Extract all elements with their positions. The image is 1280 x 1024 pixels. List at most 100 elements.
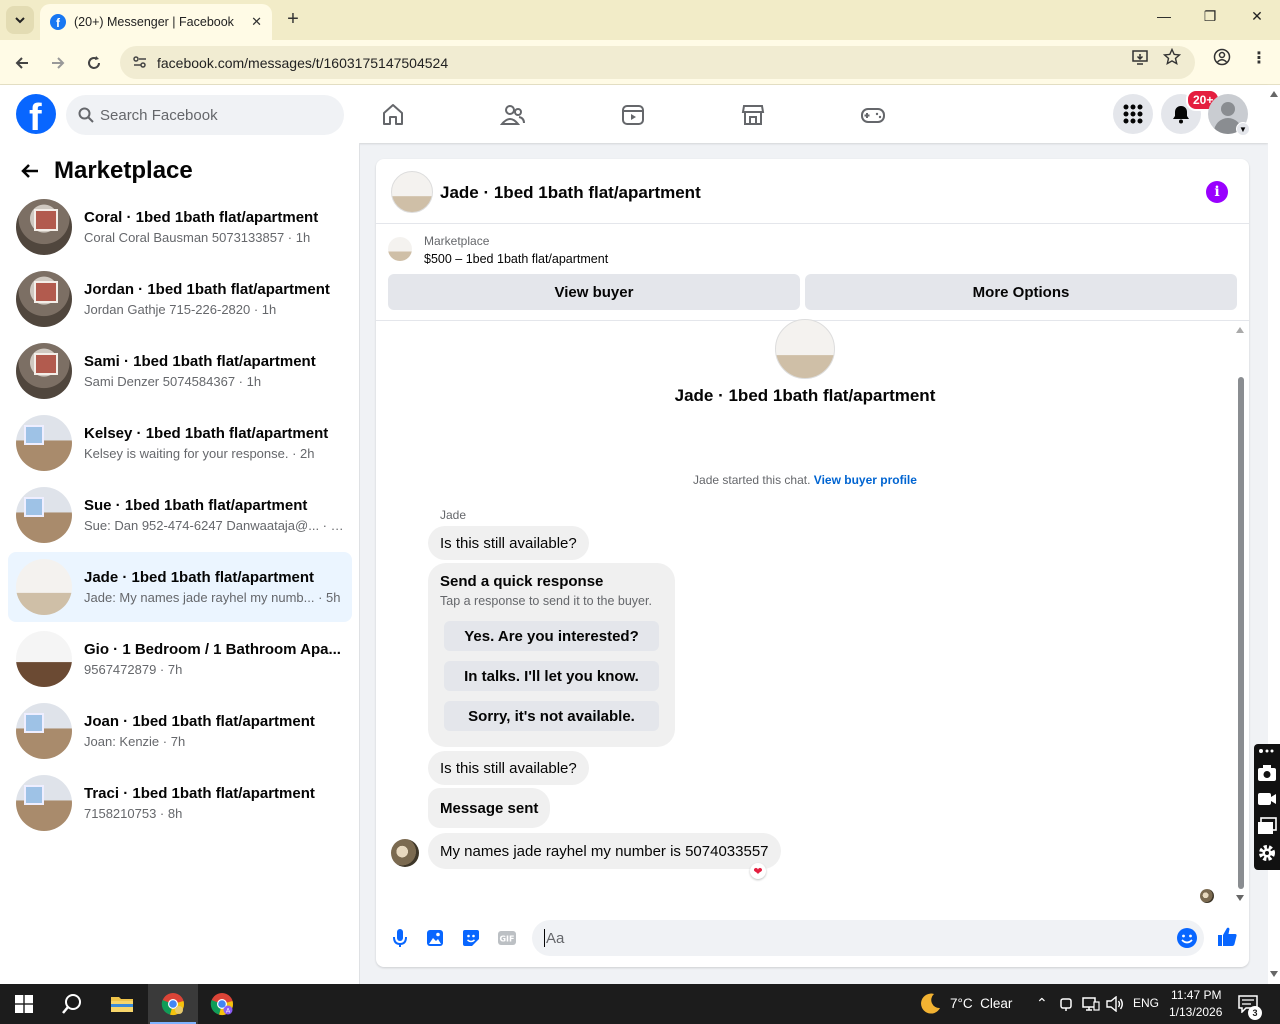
view-buyer-profile-link[interactable]: View buyer profile	[814, 473, 917, 487]
gaming-icon[interactable]	[860, 102, 886, 128]
home-icon[interactable]	[380, 102, 406, 128]
conversation-text: Joan · 1bed 1bath flat/apartment Joan: Ke…	[84, 713, 344, 749]
clock-time[interactable]: 11:47 PM	[1171, 988, 1221, 1002]
chat-header-thumbnail[interactable]	[391, 171, 433, 213]
windows-taskbar: A 7°C Clear ⌃ ENG 11:47 PM 1/13/2026 3	[0, 984, 1280, 1024]
listing-price[interactable]: $500 – 1bed 1bath flat/apartment	[424, 252, 608, 266]
start-button[interactable]	[0, 984, 48, 1024]
chrome-taskbar-button-active[interactable]	[148, 984, 198, 1024]
quick-response-card: Send a quick response Tap a response to …	[428, 563, 675, 747]
folder-icon	[111, 997, 133, 1012]
bookmark-star-icon[interactable]	[1163, 48, 1181, 66]
quick-response-option[interactable]: Yes. Are you interested?	[444, 621, 659, 651]
conversation-item[interactable]: Sami · 1bed 1bath flat/apartment Sami Den…	[8, 336, 352, 406]
microphone-icon[interactable]	[388, 926, 412, 950]
conversation-name: Gio · 1 Bedroom / 1 Bathroom Apa...	[84, 641, 341, 658]
camera-icon[interactable]	[1257, 764, 1277, 782]
chevron-down-icon	[15, 17, 25, 24]
conversation-name: Coral · 1bed 1bath flat/apartment	[84, 209, 319, 226]
weather-text[interactable]: 7°C Clear	[950, 996, 1012, 1011]
file-explorer-button[interactable]	[98, 984, 146, 1024]
emoji-icon[interactable]	[1175, 926, 1199, 950]
reload-button[interactable]	[82, 51, 106, 75]
heart-reaction-icon[interactable]: ❤	[750, 863, 766, 879]
message-input[interactable]: Aa	[532, 920, 1204, 956]
chat-title[interactable]: Jade · 1bed 1bath flat/apartment	[440, 183, 701, 203]
gif-icon[interactable]: GIF	[495, 926, 519, 950]
conversation-item[interactable]: Sue · 1bed 1bath flat/apartment Sue: Dan …	[8, 480, 352, 550]
language-indicator[interactable]: ENG	[1133, 996, 1159, 1010]
chat-scrollbar-thumb[interactable]	[1238, 377, 1244, 889]
browser-toolbar: facebook.com/messages/t/1603175147504524…	[0, 40, 1280, 85]
conversation-item[interactable]: Kelsey · 1bed 1bath flat/apartment Kelsey…	[8, 408, 352, 478]
scroll-up-icon[interactable]	[1236, 327, 1244, 333]
browser-tab[interactable]: f (20+) Messenger | Facebook ✕	[40, 4, 272, 40]
clock-date[interactable]: 1/13/2026	[1169, 1005, 1222, 1019]
browser-menu-icon[interactable]: ⋮	[1250, 48, 1268, 67]
message-bubble[interactable]: Is this still available?	[428, 751, 589, 785]
quick-response-option[interactable]: Sorry, it's not available.	[444, 701, 659, 731]
message-bubble[interactable]: My names jade rayhel my number is 507403…	[428, 833, 781, 869]
search-taskbar-button[interactable]	[48, 984, 96, 1024]
page-scroll-down-icon[interactable]	[1270, 971, 1278, 977]
search-input[interactable]: Search Facebook	[66, 95, 344, 135]
view-buyer-button[interactable]: View buyer	[388, 274, 800, 310]
speaker-icon[interactable]	[1106, 996, 1124, 1012]
new-tab-button[interactable]: +	[282, 8, 304, 30]
back-button[interactable]	[10, 51, 34, 75]
message-sent-bubble[interactable]: Message sent	[428, 788, 551, 828]
conversation-thumbnail	[16, 487, 72, 543]
tab-search-button[interactable]	[6, 6, 34, 34]
link-icon[interactable]	[1258, 748, 1276, 754]
window-close-button[interactable]: ✕	[1245, 8, 1269, 25]
conversation-hero-thumbnail	[775, 319, 835, 379]
network-icon[interactable]	[1082, 996, 1100, 1012]
conversation-item[interactable]: Coral · 1bed 1bath flat/apartment Coral C…	[8, 192, 352, 262]
conversation-item[interactable]: Joan · 1bed 1bath flat/apartment Joan: Ke…	[8, 696, 352, 766]
buyer-avatar[interactable]	[391, 839, 419, 867]
more-options-button[interactable]: More Options	[805, 274, 1237, 310]
scroll-down-icon[interactable]	[1236, 895, 1244, 901]
conversation-text: Sue · 1bed 1bath flat/apartment Sue: Dan …	[84, 497, 344, 533]
meet-icon[interactable]	[1060, 996, 1074, 1012]
quick-response-option[interactable]: In talks. I'll let you know.	[444, 661, 659, 691]
browser-tabstrip: f (20+) Messenger | Facebook ✕ + — ❐ ✕	[0, 0, 1280, 40]
friends-icon[interactable]	[500, 102, 526, 128]
settings-gear-icon[interactable]	[1257, 843, 1277, 863]
page-scroll-up-icon[interactable]	[1270, 91, 1278, 97]
profile-icon[interactable]	[1213, 48, 1231, 66]
conversation-item[interactable]: Traci · 1bed 1bath flat/apartment 7158210…	[8, 768, 352, 838]
info-icon[interactable]: i	[1206, 181, 1228, 203]
address-bar[interactable]: facebook.com/messages/t/1603175147504524	[120, 46, 1195, 79]
conversation-item[interactable]: Gio · 1 Bedroom / 1 Bathroom Apa... 95674…	[8, 624, 352, 694]
conversation-item[interactable]: Jordan · 1bed 1bath flat/apartment Jordan…	[8, 264, 352, 334]
facebook-logo-icon[interactable]: f	[16, 94, 56, 134]
windows-stack-icon[interactable]	[1257, 817, 1277, 835]
conversation-name: Sami · 1bed 1bath flat/apartment	[84, 353, 316, 370]
menu-button[interactable]	[1113, 94, 1153, 134]
restore-button[interactable]: ❐	[1198, 8, 1222, 25]
video-icon[interactable]	[620, 102, 646, 128]
minimize-button[interactable]: —	[1152, 8, 1176, 24]
conversation-item[interactable]: Jade · 1bed 1bath flat/apartment Jade: My…	[8, 552, 352, 622]
message-bubble[interactable]: Is this still available?	[428, 526, 589, 560]
account-chevron-icon[interactable]: ▼	[1236, 122, 1250, 136]
message-composer: GIF Aa	[376, 914, 1249, 964]
site-settings-icon[interactable]	[132, 54, 148, 70]
message-input-placeholder: Aa	[546, 929, 565, 947]
tab-close-icon[interactable]: ✕	[251, 14, 262, 30]
forward-button[interactable]	[46, 51, 70, 75]
marketplace-icon[interactable]	[740, 102, 766, 128]
back-arrow-icon[interactable]	[20, 161, 40, 181]
sticker-icon[interactable]	[459, 926, 483, 950]
conversation-thumbnail	[16, 631, 72, 687]
show-hidden-icons-chevron-icon[interactable]: ⌃	[1036, 995, 1048, 1012]
chat-header: Jade · 1bed 1bath flat/apartment i	[376, 159, 1249, 224]
conversation-thumbnail	[16, 199, 72, 255]
install-app-icon[interactable]	[1131, 48, 1149, 66]
chrome-taskbar-button[interactable]: A	[198, 984, 246, 1024]
like-thumb-icon[interactable]	[1215, 925, 1239, 949]
conversation-name: Jade · 1bed 1bath flat/apartment	[84, 569, 315, 586]
video-camera-icon[interactable]	[1257, 791, 1277, 807]
photo-icon[interactable]	[423, 926, 447, 950]
